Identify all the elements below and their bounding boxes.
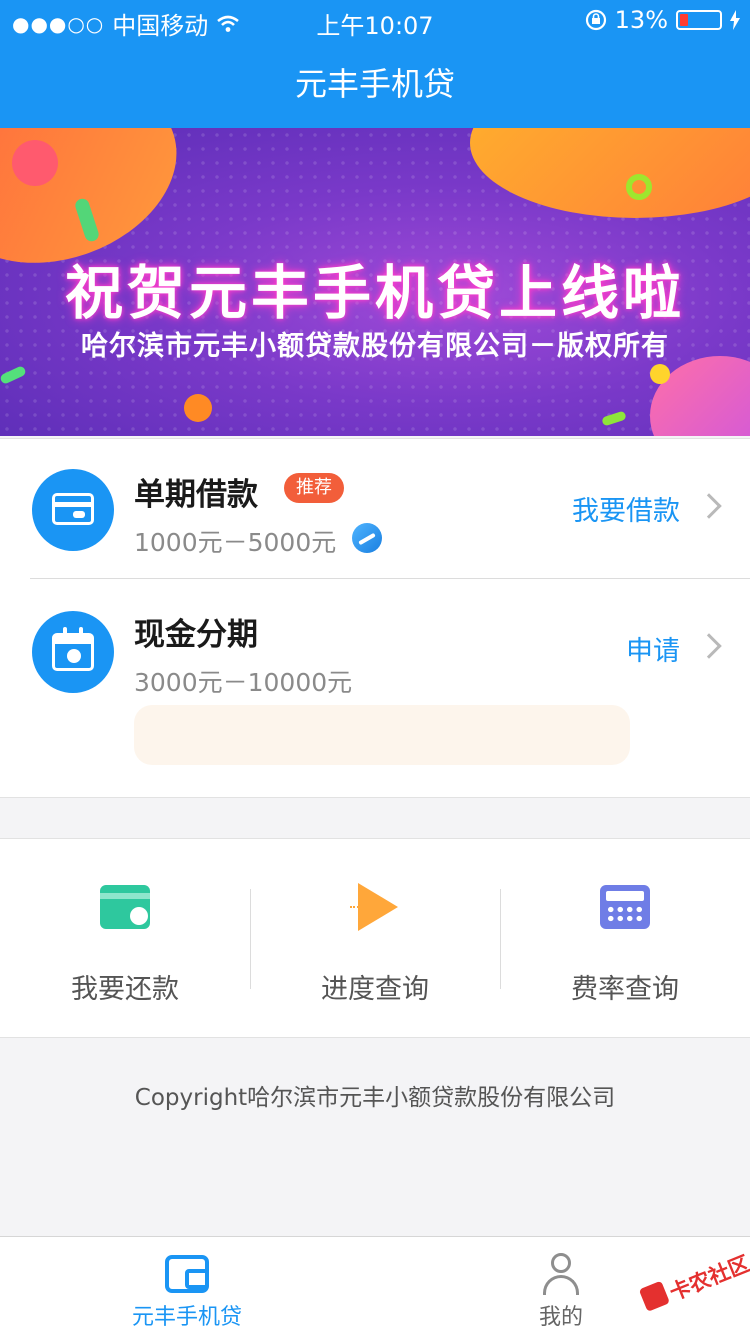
battery-percent: 13% xyxy=(614,6,668,34)
paper-plane-icon xyxy=(358,883,398,931)
calculator-icon xyxy=(600,885,650,929)
nav-bar: 元丰手机贷 xyxy=(0,40,750,128)
repay-card-icon xyxy=(100,885,150,929)
banner-decor-ball xyxy=(184,394,212,422)
banner-headline: 祝贺元丰手机贷上线啦 xyxy=(64,259,685,327)
quick-action-repay[interactable]: 我要还款 xyxy=(0,839,250,1039)
quick-action-rate[interactable]: 费率查询 xyxy=(500,839,750,1039)
banner-decor-ring xyxy=(626,174,652,200)
rotation-lock-icon xyxy=(585,9,606,31)
promo-placeholder xyxy=(134,705,630,765)
loan-amount-range: 1000元－5000元 xyxy=(134,528,337,557)
card-icon xyxy=(32,469,114,551)
user-icon xyxy=(541,1253,581,1295)
loan-title: 单期借款 xyxy=(134,477,258,513)
battery-icon xyxy=(676,10,722,30)
quick-action-progress[interactable]: 进度查询 xyxy=(250,839,500,1039)
banner-subline: 哈尔滨市元丰小额贷款股份有限公司－版权所有 xyxy=(81,331,669,362)
loan-item-installment[interactable]: 现金分期 3000元－10000元 申请 xyxy=(0,579,750,799)
promo-banner[interactable]: 祝贺元丰手机贷上线啦 哈尔滨市元丰小额贷款股份有限公司－版权所有 xyxy=(0,128,750,436)
chevron-right-icon xyxy=(696,493,722,519)
rocket-badge-icon xyxy=(352,523,382,553)
quick-action-label: 费率查询 xyxy=(571,974,679,1005)
loan-item-single[interactable]: 单期借款 推荐 1000元－5000元 我要借款 xyxy=(0,439,750,579)
quick-action-label: 我要还款 xyxy=(71,974,179,1005)
loan-product-list: 单期借款 推荐 1000元－5000元 我要借款 现金分期 3000元－1000… xyxy=(0,438,750,798)
quick-actions: 我要还款 进度查询 费率查询 xyxy=(0,838,750,1038)
copyright-text: Copyright哈尔滨市元丰小额贷款股份有限公司 xyxy=(134,1085,616,1111)
recommend-badge: 推荐 xyxy=(284,473,344,503)
chevron-right-icon xyxy=(696,633,722,659)
wallet-icon xyxy=(165,1255,209,1293)
quick-action-label: 进度查询 xyxy=(321,974,429,1005)
loan-amount-range: 3000元－10000元 xyxy=(134,668,353,697)
tab-home[interactable]: 元丰手机贷 xyxy=(62,1237,312,1334)
loan-title: 现金分期 xyxy=(134,617,258,653)
page-title: 元丰手机贷 xyxy=(294,65,455,103)
banner-decor-ball xyxy=(12,140,58,186)
apply-button[interactable]: 申请 xyxy=(626,629,680,668)
status-bar: ●●●○○ 中国移动 上午10:07 13% xyxy=(0,0,750,40)
borrow-button[interactable]: 我要借款 xyxy=(572,489,680,528)
banner-decor-ball xyxy=(650,364,670,384)
calendar-icon xyxy=(32,611,114,693)
tab-label: 元丰手机贷 xyxy=(131,1305,242,1330)
charging-icon xyxy=(730,10,740,30)
